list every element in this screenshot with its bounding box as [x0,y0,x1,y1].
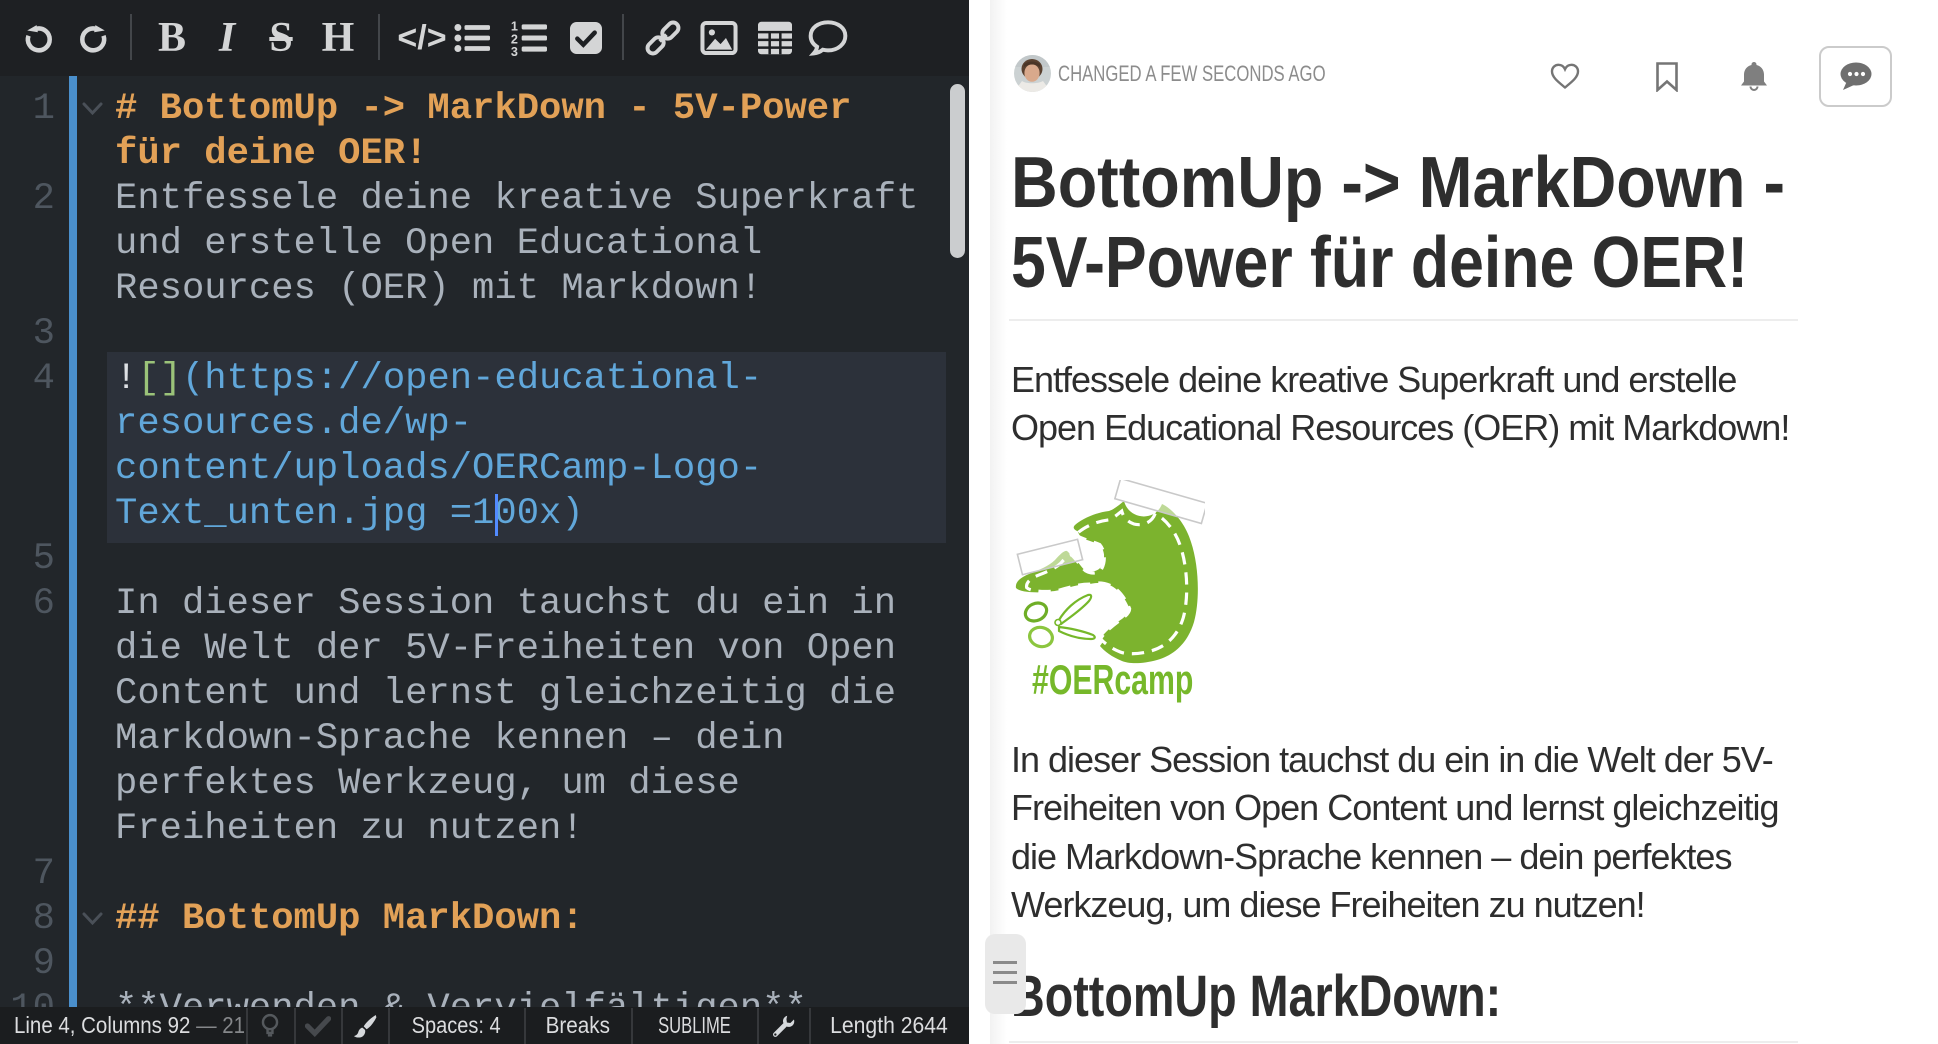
svg-text:3: 3 [511,45,518,57]
